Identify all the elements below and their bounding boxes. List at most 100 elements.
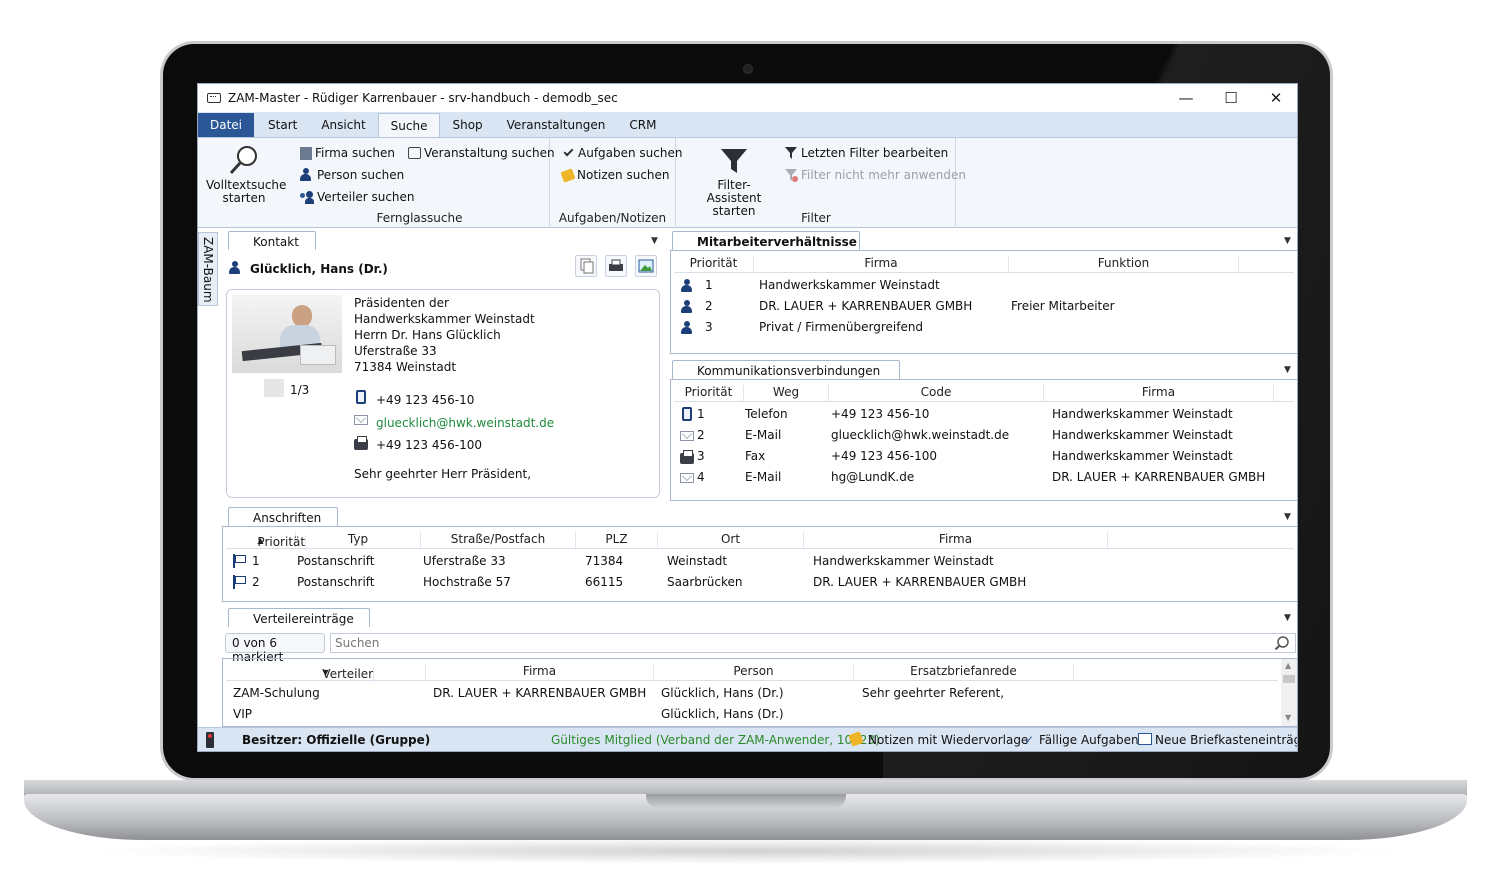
table-row[interactable]: VIP Glücklich, Hans (Dr.) <box>223 704 1275 725</box>
address-line-5: 71384 Weinstadt <box>354 360 457 374</box>
table-row[interactable]: 3 Privat / Firmenübergreifend <box>671 317 1291 338</box>
row-firma: Handwerkskammer Weinstadt <box>1052 428 1233 442</box>
row-firma: DR. LAUER + KARRENBAUER GMBH <box>759 299 973 313</box>
filter-nicht-mehr-label: Filter nicht mehr anwenden <box>801 168 966 182</box>
table-row[interactable]: 4 E-Mail hg@LundK.de DR. LAUER + KARRENBAUE… <box>671 467 1291 488</box>
verteiler-tab[interactable]: Verteilereinträge <box>228 608 370 628</box>
tab-suche[interactable]: Suche <box>377 113 441 137</box>
row-verteiler: ZAM-Schulung <box>233 686 320 700</box>
firma-suchen-button[interactable]: Firma suchen <box>300 146 395 160</box>
col-ort[interactable]: Ort <box>658 532 804 548</box>
tab-start[interactable]: Start <box>256 113 309 137</box>
row-strasse: Hochstraße 57 <box>423 575 511 589</box>
mitarbeiter-tab[interactable]: Mitarbeiterverhältnisse <box>672 231 860 251</box>
col-prioritaet[interactable]: Priorität <box>674 256 754 272</box>
kommunikation-panel: Priorität Weg Code Firma 1 Telefon +49 123… <box>670 379 1297 501</box>
search-input[interactable] <box>330 633 1296 653</box>
col-firma[interactable]: Firma <box>754 256 1009 272</box>
person-suchen-label: Person suchen <box>317 168 405 182</box>
col-weg[interactable]: Weg <box>744 385 829 401</box>
col-typ[interactable]: Typ <box>296 532 421 548</box>
contact-phone[interactable]: +49 123 456-10 <box>376 393 474 407</box>
row-prio: 3 <box>697 449 705 463</box>
search-icon[interactable] <box>1274 635 1290 651</box>
table-row[interactable]: 2 E-Mail gluecklich@hwk.weinstadt.de Handwe… <box>671 425 1291 446</box>
contact-email[interactable]: gluecklich@hwk.weinstadt.de <box>376 416 554 430</box>
verteiler-header: Verteiler ▼ Firma Person Ersatzbriefanre… <box>226 661 1278 683</box>
row-plz: 71384 <box>585 554 624 568</box>
col-firma[interactable]: Firma <box>426 664 654 680</box>
kontakt-dropdown-icon[interactable]: ▼ <box>651 236 658 246</box>
col-funktion[interactable]: Funktion <box>1009 256 1239 272</box>
filter-nicht-mehr-button[interactable]: Filter nicht mehr anwenden <box>784 168 966 182</box>
filter-assistent-button[interactable]: Filter- Assistent starten <box>684 146 784 218</box>
table-row[interactable]: 1 Postanschrift Uferstraße 33 71384 Weinstad… <box>223 551 1291 572</box>
mitarbeiter-panel: Priorität Firma Funktion 1 Handwerkskamme… <box>670 250 1297 354</box>
row-firma: DR. LAUER + KARRENBAUER GMBH <box>433 686 647 700</box>
col-prioritaet[interactable]: Priorität <box>674 385 744 401</box>
tab-veranstaltungen[interactable]: Veranstaltungen <box>495 113 618 137</box>
copy-icon <box>580 258 594 274</box>
zam-baum-tab[interactable]: ZAM-Baum <box>198 232 218 306</box>
table-row[interactable]: 1 Telefon +49 123 456-10 Handwerkskammer We… <box>671 404 1291 425</box>
fernglassuche-group-label: Fernglassuche <box>376 211 463 225</box>
verteiler-suchen-button[interactable]: Verteiler suchen <box>300 190 415 204</box>
group-filter: Filter- Assistent starten Letzten Filter… <box>676 138 966 228</box>
kommunikation-tab[interactable]: Kommunikationsverbindungen <box>672 360 900 380</box>
col-firma[interactable]: Firma <box>804 532 1108 548</box>
col-ersatzbriefanrede[interactable]: Ersatzbriefanrede <box>854 664 1074 680</box>
mitarbeiter-dropdown-icon[interactable]: ▼ <box>1284 236 1291 246</box>
kontakt-tab[interactable]: Kontakt <box>228 231 316 251</box>
contact-fax[interactable]: +49 123 456-100 <box>376 438 482 452</box>
anschriften-dropdown-icon[interactable]: ▼ <box>1284 512 1291 522</box>
table-row[interactable]: ZAM-Schulung DR. LAUER + KARRENBAUER GMBH… <box>223 683 1275 704</box>
maximize-button[interactable]: ☐ <box>1208 84 1254 112</box>
group-aufgaben: Aufgaben suchen Notizen suchen Aufgaben/… <box>550 138 682 228</box>
row-code: +49 123 456-10 <box>831 407 930 421</box>
col-strasse[interactable]: Straße/Postfach <box>421 532 576 548</box>
volltextsuche-button[interactable]: Volltextsuche starten <box>206 144 286 205</box>
minimize-button[interactable]: — <box>1163 84 1209 112</box>
status-notizen[interactable]: Notizen mit Wiedervorlage <box>868 733 1028 747</box>
photo-thumb[interactable] <box>264 379 284 397</box>
col-verteiler[interactable]: Verteiler ▼ <box>226 664 426 683</box>
tab-shop[interactable]: Shop <box>440 113 494 137</box>
address-line-3: Herrn Dr. Hans Glücklich <box>354 328 501 342</box>
scroll-down-icon[interactable]: ▼ <box>1285 713 1291 722</box>
col-plz[interactable]: PLZ <box>576 532 658 548</box>
veranstaltung-suchen-button[interactable]: Veranstaltung suchen <box>408 146 555 160</box>
person-icon <box>229 261 240 274</box>
person-icon <box>681 279 692 292</box>
copy-button[interactable] <box>575 255 597 277</box>
table-row[interactable]: 1 Handwerkskammer Weinstadt <box>671 275 1291 296</box>
col-person[interactable]: Person <box>654 664 854 680</box>
person-suchen-button[interactable]: Person suchen <box>300 168 404 182</box>
tab-crm[interactable]: CRM <box>617 113 668 137</box>
col-prioritaet[interactable]: Priorität ▲ <box>226 532 307 551</box>
table-row[interactable]: 3 Fax +49 123 456-100 Handwerkskammer Weins… <box>671 446 1291 467</box>
row-firma: Handwerkskammer Weinstadt <box>1052 449 1233 463</box>
row-typ: Postanschrift <box>297 575 375 589</box>
col-code[interactable]: Code <box>829 385 1044 401</box>
scroll-thumb[interactable] <box>1283 675 1295 683</box>
close-button[interactable]: ✕ <box>1253 84 1297 112</box>
status-aufgaben[interactable]: Fällige Aufgaben <box>1039 733 1139 747</box>
notizen-suchen-button[interactable]: Notizen suchen <box>560 167 670 183</box>
table-row[interactable]: 2 DR. LAUER + KARRENBAUER GMBH Freier Mita… <box>671 296 1291 317</box>
image-button[interactable] <box>635 255 657 277</box>
anschriften-tab[interactable]: Anschriften <box>228 507 338 527</box>
app-icon <box>207 93 221 103</box>
scroll-up-icon[interactable]: ▲ <box>1285 661 1291 670</box>
kommunikation-dropdown-icon[interactable]: ▼ <box>1284 365 1291 375</box>
status-mitglied[interactable]: Gültiges Mitglied (Verband der ZAM-Anwen… <box>551 733 880 747</box>
letzten-filter-button[interactable]: Letzten Filter bearbeiten <box>784 146 948 160</box>
col-firma[interactable]: Firma <box>1044 385 1274 401</box>
print-button[interactable] <box>605 255 627 277</box>
verteiler-dropdown-icon[interactable]: ▼ <box>1284 613 1291 623</box>
tab-datei[interactable]: Datei <box>198 113 255 137</box>
status-brief[interactable]: Neue Briefkasteneinträge <box>1155 733 1297 747</box>
table-row[interactable]: 2 Postanschrift Hochstraße 57 66115 Saarbrüc… <box>223 572 1291 593</box>
tab-ansicht[interactable]: Ansicht <box>309 113 377 137</box>
scrollbar[interactable]: ▲ ▼ <box>1281 659 1297 726</box>
aufgaben-suchen-button[interactable]: Aufgaben suchen <box>562 146 682 160</box>
